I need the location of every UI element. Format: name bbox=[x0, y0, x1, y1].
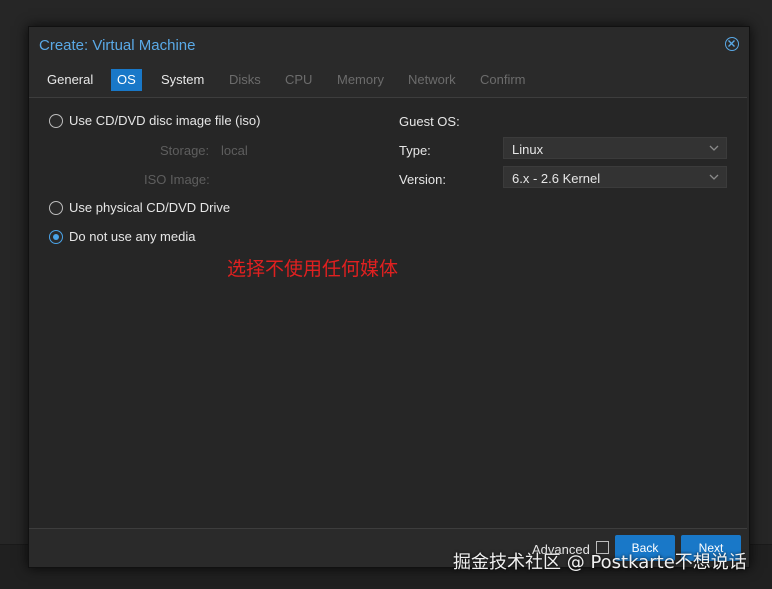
version-select[interactable]: 6.x - 2.6 Kernel bbox=[503, 166, 727, 188]
storage-label: Storage: bbox=[160, 143, 210, 158]
os-panel: Use CD/DVD disc image file (iso) Storage… bbox=[29, 98, 747, 528]
guest-os-heading: Guest OS: bbox=[399, 114, 460, 129]
iso-image-label: ISO Image: bbox=[144, 172, 210, 187]
type-select[interactable]: Linux bbox=[503, 137, 727, 159]
annotation-text: 选择不使用任何媒体 bbox=[227, 258, 399, 280]
version-select-value: 6.x - 2.6 Kernel bbox=[512, 171, 601, 186]
radio-physical-indicator[interactable] bbox=[49, 201, 63, 215]
tab-memory: Memory bbox=[337, 72, 384, 87]
tab-general[interactable]: General bbox=[41, 69, 99, 91]
radio-physical-label: Use physical CD/DVD Drive bbox=[69, 200, 231, 215]
chevron-down-icon bbox=[709, 174, 719, 180]
tab-confirm: Confirm bbox=[480, 72, 526, 87]
radio-none-label: Do not use any media bbox=[69, 229, 196, 244]
tab-cpu: CPU bbox=[285, 72, 313, 87]
dialog-title: Create: Virtual Machine bbox=[39, 37, 196, 54]
watermark-text: 掘金技术社区 @ Postkarte不想说话 bbox=[453, 552, 747, 573]
radio-none-indicator[interactable] bbox=[49, 230, 63, 244]
storage-value: local bbox=[221, 143, 248, 158]
close-icon[interactable] bbox=[725, 37, 739, 51]
radio-iso-label: Use CD/DVD disc image file (iso) bbox=[69, 113, 261, 128]
chevron-down-icon bbox=[709, 145, 719, 151]
dialog-titlebar: Create: Virtual Machine bbox=[29, 27, 749, 63]
tab-os[interactable]: OS bbox=[111, 69, 142, 91]
type-label: Type: bbox=[399, 143, 431, 158]
tab-network: Network bbox=[408, 72, 456, 87]
version-label: Version: bbox=[399, 172, 446, 187]
tab-system[interactable]: System bbox=[155, 69, 210, 91]
create-vm-dialog: Create: Virtual Machine General OS Syste… bbox=[28, 26, 750, 568]
radio-iso-indicator[interactable] bbox=[49, 114, 63, 128]
type-select-value: Linux bbox=[512, 142, 544, 157]
tab-disks: Disks bbox=[229, 72, 261, 87]
